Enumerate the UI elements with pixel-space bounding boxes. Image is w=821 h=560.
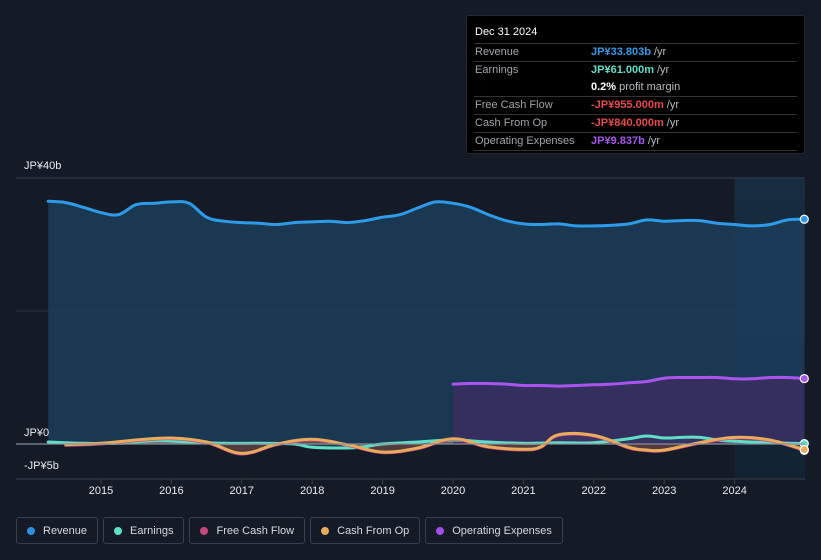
y-tick-label-top: JP¥40b (24, 160, 62, 172)
tooltip-row-label: Cash From Op (475, 117, 548, 129)
legend: Revenue Earnings Free Cash Flow Cash From O… (16, 517, 563, 544)
y-tick-label-bottom: -JP¥5b (24, 460, 59, 472)
tooltip-row-value: -JP¥955.000m (591, 99, 664, 111)
legend-item-revenue[interactable]: Revenue (16, 517, 99, 544)
legend-label: Free Cash Flow (216, 524, 295, 537)
x-tick-label: 2015 (88, 485, 114, 497)
cash-from-op-end-marker[interactable] (799, 444, 809, 455)
x-tick-label: 2022 (581, 485, 607, 497)
legend-item-operating-expenses[interactable]: Operating Expenses (425, 517, 563, 544)
tooltip-row-value: JP¥9.837b (591, 135, 645, 147)
x-tick-label: 2024 (722, 485, 747, 497)
tooltip-row-unit: /yr (657, 64, 670, 76)
tooltip-row-label: Earnings (475, 64, 519, 76)
tooltip-row-unit: /yr (653, 46, 667, 58)
tooltip-row-value: JP¥61.000m (591, 64, 654, 76)
revenue-end-marker[interactable] (799, 214, 809, 224)
x-tick-label: 2019 (370, 485, 395, 497)
operating-expenses-area (453, 377, 805, 444)
tooltip-row-label: Operating Expenses (475, 135, 575, 147)
tooltip-row-label: Revenue (475, 46, 520, 58)
tooltip-row-label: Free Cash Flow (475, 99, 553, 111)
operating-expenses-end-marker[interactable] (799, 373, 809, 384)
tooltip-row-value: -JP¥840.000m (591, 117, 664, 129)
tooltip-row-unit: /yr (666, 117, 680, 129)
legend-label: Revenue (43, 524, 88, 537)
legend-item-earnings[interactable]: Earnings (103, 517, 185, 544)
y-tick-label-zero: JP¥0 (24, 427, 50, 439)
tooltip-row: 0.2% profit margin (474, 79, 797, 97)
legend-item-cash-from-op[interactable]: Cash From Op (310, 517, 421, 544)
legend-dot-icon (114, 526, 123, 535)
legend-dot-icon (200, 526, 209, 535)
tooltip-row-label (474, 79, 591, 96)
tooltip-row: Earnings JP¥61.000m/yr (474, 62, 797, 79)
legend-label: Operating Expenses (452, 524, 552, 537)
x-tick-label: 2018 (299, 485, 325, 497)
tooltip-row: Free Cash Flow -JP¥955.000m/yr (474, 97, 797, 115)
legend-dot-icon (436, 526, 445, 535)
legend-label: Earnings (130, 524, 174, 537)
x-tick-label: 2020 (440, 485, 466, 497)
legend-dot-icon (321, 526, 330, 535)
tooltip-row-unit: /yr (647, 135, 661, 147)
tooltip-panel: Dec 31 2024 Revenue JP¥33.803b/yr Earnings… (466, 15, 805, 154)
tooltip-row: Operating Expenses JP¥9.837b/yr (474, 133, 797, 151)
x-tick-label: 2016 (159, 485, 184, 497)
x-tick-label: 2023 (651, 485, 677, 497)
legend-label: Cash From Op (337, 524, 410, 537)
x-tick-label: 2021 (511, 485, 536, 497)
legend-dot-icon (27, 526, 35, 535)
tooltip-date: Dec 31 2024 (474, 24, 797, 44)
x-tick-label: 2017 (229, 485, 255, 497)
tooltip-row-unit: /yr (666, 99, 680, 111)
tooltip-row-value: JP¥33.803b (591, 46, 651, 58)
tooltip-row-value: 0.2% (591, 81, 617, 93)
legend-item-free-cash-flow[interactable]: Free Cash Flow (189, 517, 306, 544)
tooltip-row: Cash From Op -JP¥840.000m/yr (474, 115, 797, 133)
tooltip-row-unit: profit margin (619, 81, 681, 93)
tooltip-row: Revenue JP¥33.803b/yr (474, 44, 797, 62)
